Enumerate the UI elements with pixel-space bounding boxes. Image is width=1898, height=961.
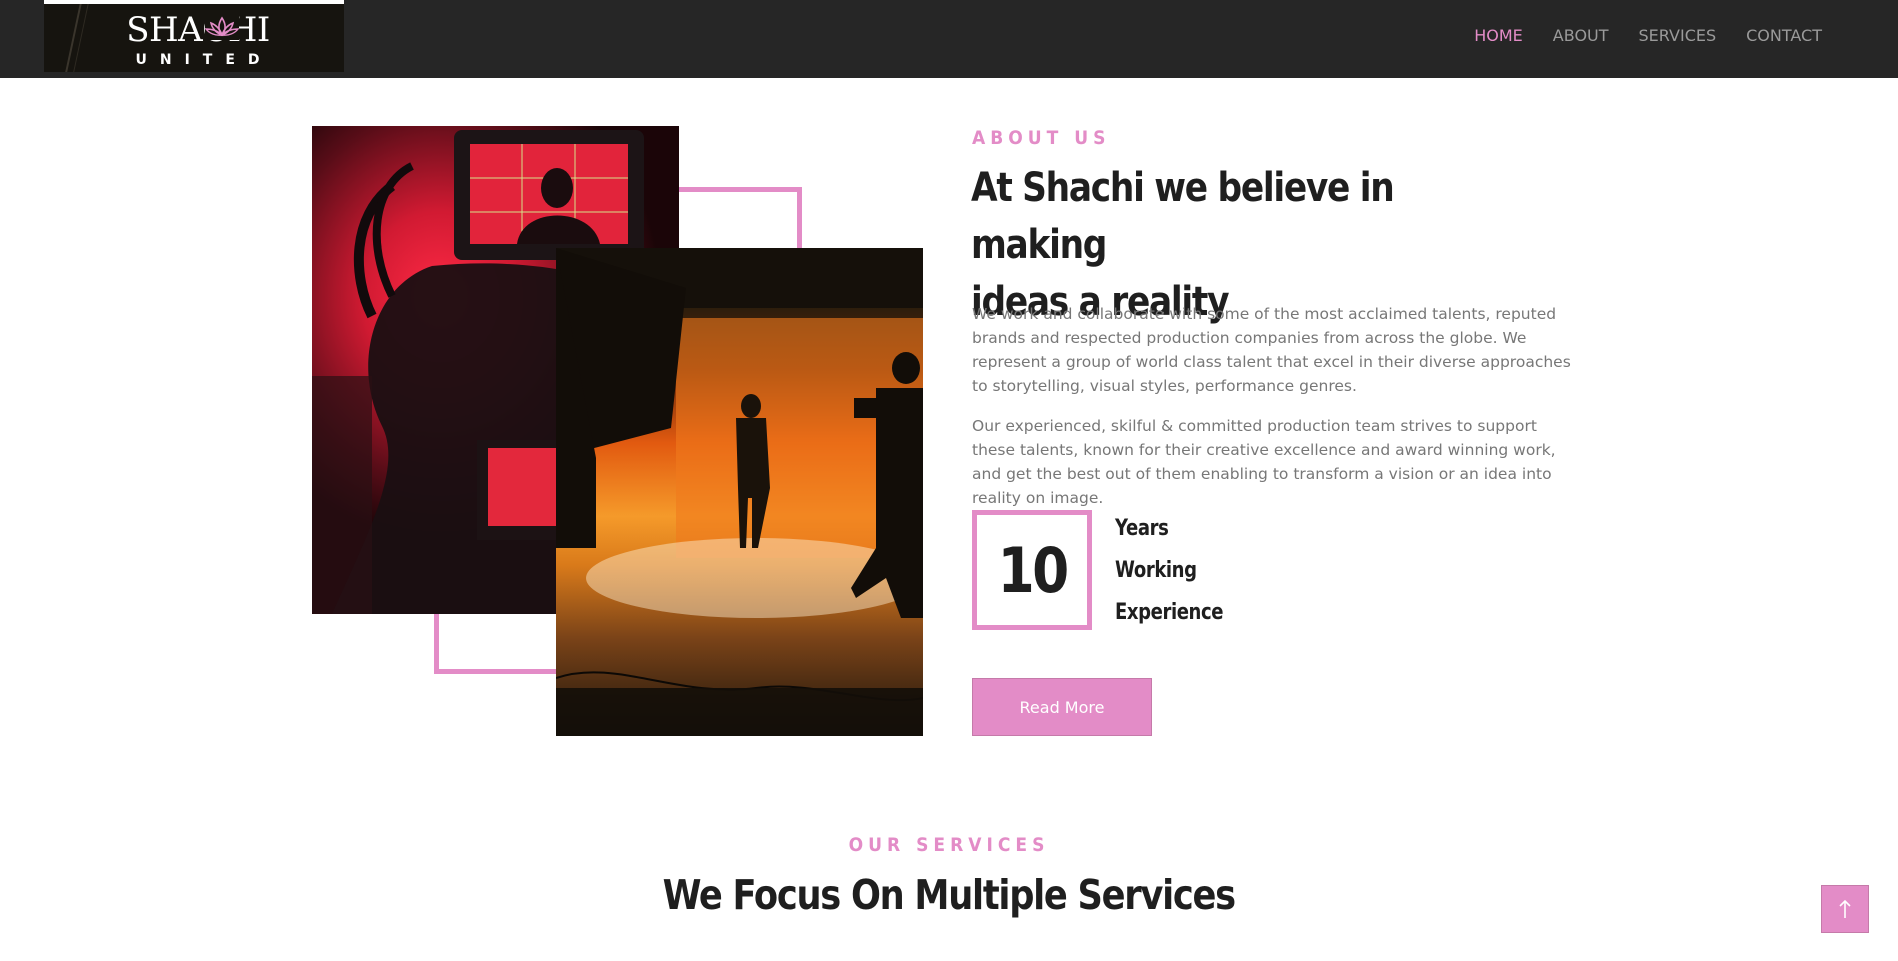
about-paragraph-2: Our experienced, skilful & committed pro… xyxy=(972,417,1556,507)
years-label-line3: Experience xyxy=(1115,600,1224,625)
logo-streak-decoration xyxy=(72,4,89,72)
years-label-line2: Working xyxy=(1115,558,1197,583)
about-title-line1: At Shachi we believe in making xyxy=(971,165,1395,268)
main-nav: HOME ABOUT SERVICES CONTACT xyxy=(1474,24,1822,48)
nav-home[interactable]: HOME xyxy=(1474,24,1523,48)
logo[interactable]: SHACHI UNITED xyxy=(44,0,344,72)
years-number: 10 xyxy=(997,533,1069,607)
nav-about[interactable]: ABOUT xyxy=(1553,24,1609,48)
years-label: Years Working Experience xyxy=(1115,508,1247,634)
about-image-studio xyxy=(556,248,923,736)
about-paragraph-1: We work and collaborate with some of the… xyxy=(972,305,1571,395)
services-eyebrow: OUR SERVICES xyxy=(848,834,1050,856)
years-label-line1: Years xyxy=(1115,516,1169,541)
about-eyebrow: ABOUT US xyxy=(972,127,1111,149)
nav-contact[interactable]: CONTACT xyxy=(1746,24,1822,48)
nav-services[interactable]: SERVICES xyxy=(1639,24,1717,48)
arrow-up-icon xyxy=(1839,899,1851,918)
services-title-text: We Focus On Multiple Services xyxy=(662,871,1237,919)
studio-illustration xyxy=(556,248,923,736)
site-header: SHACHI UNITED HOME ABOUT SERVICES CONTAC… xyxy=(0,0,1898,78)
back-to-top-button[interactable] xyxy=(1821,885,1869,933)
services-title: We Focus On Multiple Services xyxy=(0,866,1898,924)
read-more-button[interactable]: Read More xyxy=(972,678,1152,736)
lotus-icon xyxy=(204,16,240,40)
logo-streak-decoration xyxy=(64,4,82,72)
logo-name: SHACHI xyxy=(126,10,270,50)
logo-subtitle: UNITED xyxy=(135,52,273,68)
years-counter-box: 10 xyxy=(972,510,1092,630)
